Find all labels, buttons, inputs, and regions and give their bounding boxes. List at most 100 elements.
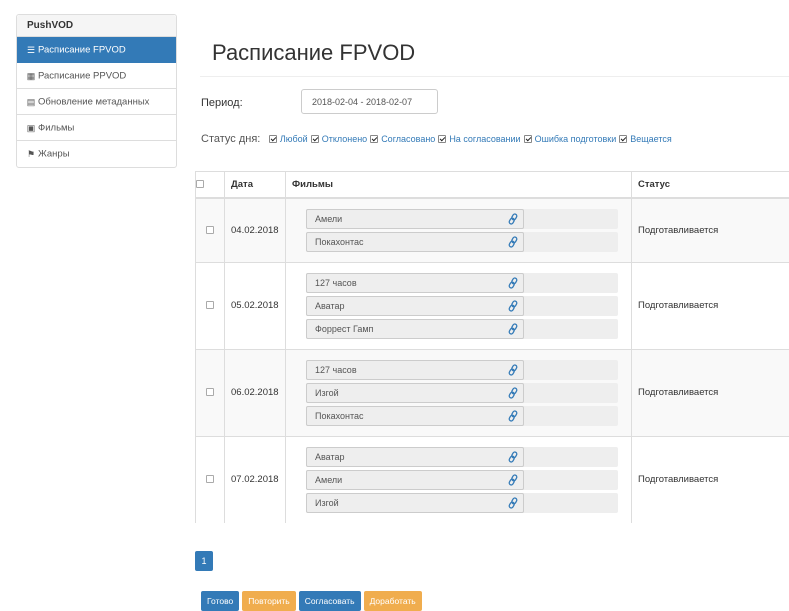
sidebar-item-label: Расписание FPVOD [38,44,126,56]
film-name: Изгой [315,387,339,398]
film-field: 127 часов [306,272,524,293]
film-field: Аватар [306,295,524,316]
header-films[interactable]: Фильмы [285,171,632,199]
header-status[interactable]: Статус [631,171,789,199]
row-date: 07.02.2018 [224,435,286,523]
film-item: 127 часов [306,272,618,293]
status-option[interactable]: Отклонено [322,134,367,144]
link-icon[interactable] [508,386,518,399]
table-row: 07.02.2018 Аватар Амели Изгой Подготавливает… [195,435,789,523]
film-item: Изгой [306,382,618,403]
pagination-page[interactable]: 1 [195,551,213,571]
film-field: Покахонтас [306,405,524,426]
film-item: Амели [306,208,618,229]
sidebar-item-3[interactable]: ▣ Фильмы [17,115,176,141]
link-icon[interactable] [508,212,518,225]
row-status: Подготавливается [631,261,789,349]
row-date: 05.02.2018 [224,261,286,349]
repeat-button[interactable]: Повторить [242,591,296,611]
schedule-table: Дата Фильмы Статус 04.02.2018 Амели Покахо… [195,171,789,523]
tasks-icon: ▤ [26,97,36,107]
film-field: Покахонтас [306,231,524,252]
status-checkbox[interactable] [370,135,379,143]
film-name: Амели [315,474,343,485]
row-checkbox[interactable] [206,388,214,397]
link-icon[interactable] [508,363,518,376]
row-films: 127 часов Изгой Покахонтас [285,348,632,436]
row-films: Аватар Амели Изгой [285,435,632,523]
row-status: Подготавливается [631,197,789,262]
film-name: Форрест Гамп [315,323,374,334]
sidebar: PushVOD ☰ Расписание FPVOD ▦ Расписание PPV… [16,14,177,168]
link-icon[interactable] [508,235,518,248]
approve-button[interactable]: Согласовать [298,591,361,611]
status-checkbox[interactable] [523,135,532,143]
link-icon[interactable] [508,299,518,312]
sidebar-item-label: Фильмы [38,122,75,134]
status-option[interactable]: Ошибка подготовки [535,134,617,144]
status-checkbox[interactable] [268,135,277,143]
film-field: Изгой [306,492,524,513]
list-icon: ☰ [26,45,36,55]
sidebar-item-0[interactable]: ☰ Расписание FPVOD [17,37,176,63]
period-input[interactable] [301,89,438,114]
film-field: 127 часов [306,359,524,380]
status-option[interactable]: Вещается [630,134,672,144]
rework-button[interactable]: Доработать [363,591,422,611]
link-icon[interactable] [508,496,518,509]
select-all-cell [195,171,225,199]
row-select-cell [195,435,225,523]
header-date[interactable]: Дата [224,171,286,199]
film-field: Форрест Гамп [306,318,524,339]
select-all-checkbox[interactable] [196,180,204,189]
sidebar-title: PushVOD [17,15,176,37]
sidebar-item-label: Жанры [38,148,70,160]
film-name: Аватар [315,300,345,311]
row-checkbox[interactable] [206,225,214,234]
film-name: Аватар [315,451,345,462]
film-field: Амели [306,208,524,229]
sidebar-item-4[interactable]: ⚑ Жанры [17,141,176,167]
film-item: Изгой [306,492,618,513]
film-name: Покахонтас [315,410,364,421]
flag-icon: ⚑ [26,149,36,159]
table-header-row: Дата Фильмы Статус [195,171,789,199]
status-option[interactable]: Любой [280,134,308,144]
row-status: Подготавливается [631,348,789,436]
film-item: Аватар [306,295,618,316]
status-checkbox[interactable] [619,135,628,143]
row-select-cell [195,197,225,262]
status-option[interactable]: Согласовано [381,134,435,144]
row-checkbox[interactable] [206,301,214,310]
film-item: Форрест Гамп [306,318,618,339]
film-item: 127 часов [306,359,618,380]
film-item: Аватар [306,446,618,467]
row-date: 06.02.2018 [224,348,286,436]
film-item: Амели [306,469,618,490]
sidebar-item-1[interactable]: ▦ Расписание PPVOD [17,63,176,89]
link-icon[interactable] [508,276,518,289]
film-icon: ▣ [26,123,36,133]
status-filter-options: Любой Отклонено Согласовано На согласовании… [268,133,675,144]
film-name: Амели [315,213,343,224]
link-icon[interactable] [508,409,518,422]
status-checkbox[interactable] [310,135,319,143]
link-icon[interactable] [508,473,518,486]
grid-icon: ▦ [26,71,36,81]
sidebar-item-label: Расписание PPVOD [38,70,127,82]
period-label: Период: [201,97,243,109]
row-date: 04.02.2018 [224,197,286,262]
row-checkbox[interactable] [206,475,214,484]
film-name: Покахонтас [315,236,364,247]
row-films: 127 часов Аватар Форрест Гамп [285,261,632,349]
status-option[interactable]: На согласовании [449,134,520,144]
status-checkbox[interactable] [438,135,447,143]
table-body: 04.02.2018 Амели Покахонтас Подготавливаетс… [195,197,789,523]
link-icon[interactable] [508,450,518,463]
film-item: Покахонтас [306,231,618,252]
film-name: 127 часов [315,277,357,288]
link-icon[interactable] [508,322,518,335]
done-button[interactable]: Готово [201,591,240,611]
sidebar-nav: ☰ Расписание FPVOD ▦ Расписание PPVOD ▤ Обнов… [17,37,176,167]
sidebar-item-2[interactable]: ▤ Обновление метаданных [17,89,176,115]
